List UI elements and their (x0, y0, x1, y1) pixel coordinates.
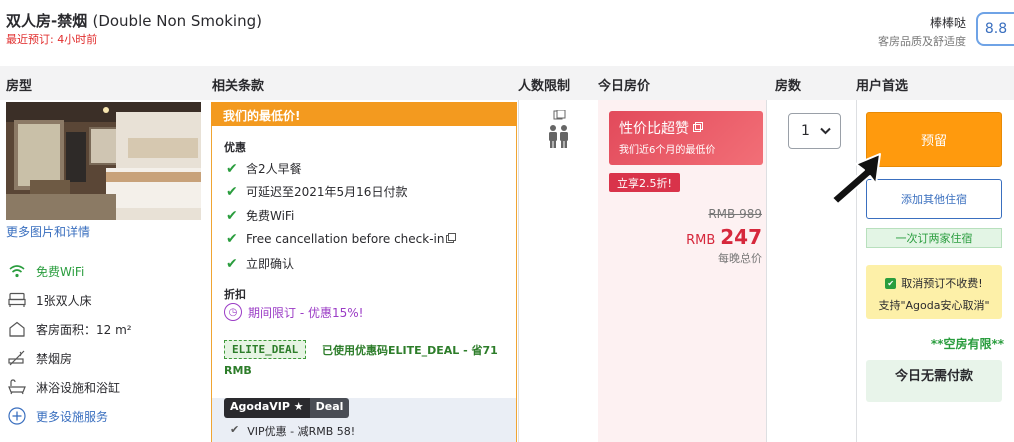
more-photos-link[interactable]: 更多图片和详情 (6, 223, 90, 240)
benefit-item: ✔ 免费WiFi (226, 207, 294, 224)
value-title: 性价比超赞 (619, 118, 753, 138)
currency-label: RMB (686, 233, 716, 248)
cancel-line2: 支持"Agoda安心取消" (878, 299, 990, 312)
coupon-code-badge: ELITE_DEAL (224, 340, 307, 359)
check-icon: ✔ (226, 231, 238, 247)
check-icon: ✔ (226, 183, 238, 200)
occupancy-icon[interactable] (546, 109, 572, 155)
vip-deal-tag: AgodaVIP ★ Deal (224, 398, 350, 418)
benefit-label: Free cancellation before check-in (246, 232, 445, 246)
no-smoking-icon (8, 349, 26, 367)
discount-title: 折扣 (224, 288, 246, 301)
external-link-icon (693, 120, 703, 136)
add-stay-button[interactable]: 添加其他住宿 (866, 179, 1002, 219)
plus-circle-icon (8, 407, 26, 425)
feature-bed: 1张双人床 (8, 291, 92, 309)
benefit-item: ✔ 可延迟至2021年5月16日付款 (226, 183, 407, 200)
shield-check-icon: ✔ (885, 277, 897, 289)
lowest-price-banner: 我们的最低价! (211, 102, 517, 126)
rooms-select[interactable]: 1 (788, 113, 841, 149)
check-icon: ✔ (226, 207, 238, 224)
feature-label: 禁烟房 (36, 351, 73, 366)
feature-label: 免费WiFi (36, 264, 85, 279)
col-rooms: 房数 (775, 79, 802, 94)
free-cancellation-note: ✔ 取消预订不收费! 支持"Agoda安心取消" (866, 265, 1002, 319)
room-title: 双人房-禁烟 (Double Non Smoking) (6, 10, 262, 31)
pay-later-badge: 今日无需付款 (866, 360, 1002, 402)
benefit-label: 可延迟至2021年5月16日付款 (246, 185, 408, 199)
score-label: 棒棒哒 (929, 16, 966, 30)
feature-label: 1张双人床 (36, 293, 92, 308)
check-icon: ✔ (226, 255, 238, 272)
star-icon: ★ (293, 400, 304, 413)
value-subtitle: 我们近6个月的最低价 (619, 145, 716, 156)
feature-wifi: 免费WiFi (8, 262, 84, 280)
vip-tag-label: AgodaVIP ★ (224, 398, 310, 418)
vip-discount: ✔ VIP优惠 - 减RMB 58! (230, 423, 355, 439)
col-price: 今日房价 (598, 79, 651, 94)
check-icon: ✔ (226, 160, 238, 177)
col-room-type: 房型 (6, 79, 33, 94)
terms-panel (211, 102, 517, 442)
feature-bath: 淋浴设施和浴缸 (8, 378, 120, 396)
rooms-select-value: 1 (801, 123, 810, 139)
price-value: 247 (720, 225, 762, 249)
external-link-icon[interactable] (446, 232, 457, 246)
check-icon: ✔ (230, 423, 240, 436)
score-badge: 8.8 (976, 12, 1014, 46)
coupon-applied-currency: RMB (224, 364, 252, 377)
feature-label: 更多设施服务 (36, 409, 109, 424)
chevron-down-icon (820, 123, 831, 139)
feature-label: 客房面积：12 m² (36, 322, 132, 337)
coupon-applied-text: 已使用优惠码ELITE_DEAL - 省71 (322, 344, 498, 357)
room-photo-image (6, 102, 201, 220)
room-title-cn: 双人房-禁烟 (6, 12, 88, 30)
bathtub-icon (8, 378, 26, 396)
col-occupancy: 人数限制 (518, 79, 571, 94)
wifi-icon (8, 262, 26, 280)
score-subtitle: 客房品质及舒适度 (878, 35, 966, 48)
current-price: RMB 247 (686, 225, 762, 249)
more-facilities-link[interactable]: 更多设施服务 (8, 407, 108, 425)
col-terms: 相关条款 (212, 79, 265, 94)
value-badge[interactable]: 性价比超赞 我们近6个月的最低价 (609, 111, 763, 165)
bed-icon (8, 291, 26, 309)
benefit-label: 含2人早餐 (246, 162, 302, 176)
divider (518, 100, 519, 442)
clock-icon: ◷ (224, 303, 242, 321)
divider (766, 100, 767, 442)
house-icon (8, 320, 26, 338)
original-price: RMB 989 (708, 207, 762, 221)
vip-discount-label: VIP优惠 - 减RMB 58! (247, 425, 356, 438)
limited-offer: ◷ 期间限订 - 优惠15%! (224, 303, 363, 321)
feature-non-smoking: 禁烟房 (8, 349, 72, 367)
benefit-label: 免费WiFi (246, 209, 295, 223)
last-booked-text: 最近预订: 4小时前 (6, 33, 98, 46)
room-title-en: (Double Non Smoking) (92, 12, 262, 30)
room-photo[interactable] (6, 102, 201, 220)
pointer-arrow-icon (826, 150, 886, 211)
benefits-title: 优惠 (224, 141, 246, 154)
feature-label: 淋浴设施和浴缸 (36, 380, 121, 395)
feature-area: 客房面积：12 m² (8, 320, 132, 338)
book-button[interactable]: 预留 (866, 112, 1002, 167)
discount-tag: 立享2.5折! (609, 173, 680, 192)
benefit-label: 立即确认 (246, 257, 295, 271)
limited-offer-label: 期间限订 - 优惠15%! (248, 305, 364, 320)
col-user-choice: 用户首选 (856, 79, 909, 94)
rooms-limited-text: **空房有限** (930, 337, 1004, 351)
per-night-label: 每晚总价 (718, 252, 762, 265)
deal-tag-label: Deal (309, 398, 350, 418)
two-stays-badge: 一次订两家住宿 (866, 228, 1002, 248)
benefit-item: ✔ 含2人早餐 (226, 160, 302, 177)
benefit-item[interactable]: ✔ Free cancellation before check-in (226, 231, 457, 247)
benefit-item: ✔ 立即确认 (226, 255, 294, 272)
cancel-line1: 取消预订不收费! (901, 277, 983, 290)
